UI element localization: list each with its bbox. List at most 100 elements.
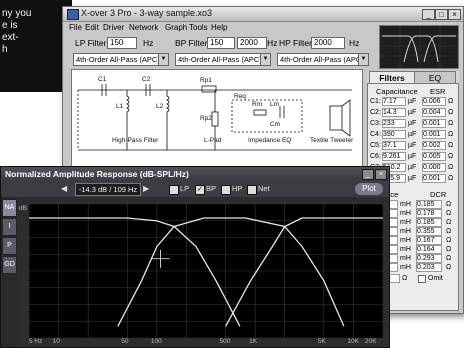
capacitor-row: C4: 390 µF 0.001 Ω	[370, 130, 456, 139]
net-check-label: Net	[258, 184, 270, 193]
hp-type-select[interactable]: 4th-Order All-Pass (APC) ▼	[277, 53, 369, 66]
crossover-schematic[interactable]: C1 C2 Rp1 L1 L2 Req Rm Lm Rp2 Cm High-Pa…	[71, 69, 363, 171]
bp-type-select[interactable]: 4th-Order All-Pass (APC) ▼	[175, 53, 271, 66]
cap-unit: µF	[408, 175, 417, 182]
mode-i-button[interactable]: I	[2, 218, 17, 236]
dcr-unit: Ω	[446, 228, 452, 235]
dcr-value-field[interactable]: 0.164	[416, 245, 442, 254]
lp-type-value: 4th-Order All-Pass (APC)	[76, 55, 160, 64]
esr-value-field[interactable]: 0.000	[422, 163, 446, 172]
dcr-value-field[interactable]: 0.185	[416, 200, 442, 209]
chevron-down-icon[interactable]: ▼	[358, 54, 368, 65]
lp-filter-input[interactable]: 150	[107, 37, 137, 49]
cap-unit: µF	[408, 164, 417, 171]
cap-value-field[interactable]: 233	[382, 119, 406, 128]
label-c1: C1	[98, 76, 107, 83]
dcr-value-field[interactable]: 0.293	[416, 254, 442, 263]
cap-unit: µF	[408, 109, 417, 116]
menu-graph[interactable]: Graph	[165, 23, 187, 32]
mode-p-button[interactable]: P	[2, 237, 17, 255]
ind-unit: mH	[400, 228, 411, 235]
title-bar[interactable]: X-over 3 Pro - 3-way sample.xo3 _ □ ×	[63, 7, 463, 22]
maximize-button[interactable]: □	[435, 9, 448, 20]
graph-title: Normalized Amplitude Response (dB-SPL/Hz…	[5, 169, 189, 179]
menu-network[interactable]: Network	[129, 23, 158, 32]
capacitor-row: C3: 233 µF 0.001 Ω	[370, 119, 456, 128]
cap-value-field[interactable]: 9.261	[382, 152, 406, 161]
bp-high-input[interactable]: 2000	[237, 37, 267, 49]
chevron-down-icon[interactable]: ▼	[260, 54, 270, 65]
thumbnail-chart	[380, 26, 458, 68]
section-high-pass: High-Pass Filter	[112, 137, 159, 144]
dcr-value-field[interactable]: 0.355	[416, 227, 442, 236]
cap-value-field[interactable]: 14.3	[382, 108, 406, 117]
close-button[interactable]: ×	[448, 9, 461, 20]
esr-value-field[interactable]: 0.002	[422, 141, 446, 150]
dcr-value-field[interactable]: 0.203	[416, 263, 442, 272]
amplitude-chart	[28, 203, 384, 339]
amplitude-plot[interactable]	[28, 203, 384, 339]
esr-value-field[interactable]: 0.001	[422, 130, 446, 139]
graph-minimize-button[interactable]: _	[362, 169, 374, 180]
x-tick-label: 5K	[317, 338, 326, 345]
dcr-value-field[interactable]: 0.185	[416, 218, 442, 227]
cap-value-field[interactable]: 37.1	[382, 141, 406, 150]
omit-checkbox[interactable]	[418, 275, 426, 283]
graph-toolbar: ◀ -14.3 dB / 109 Hz ▶ LP ✓ BP HP Net Plo…	[1, 181, 389, 197]
prev-arrow-icon[interactable]: ◀	[61, 184, 67, 193]
menu-tools[interactable]: Tools	[189, 23, 208, 32]
response-thumbnail[interactable]	[379, 25, 459, 69]
graph-close-button[interactable]: ×	[375, 169, 387, 180]
y-unit-label: dB	[19, 205, 27, 212]
mode-gd-button[interactable]: GD	[2, 256, 17, 274]
capacitor-row: C2: 14.3 µF 0.004 Ω	[370, 108, 456, 117]
esr-value-field[interactable]: 0.006	[422, 97, 446, 106]
lp-type-select[interactable]: 4th-Order All-Pass (APC) ▼	[73, 53, 169, 66]
label-req: Req	[234, 93, 246, 100]
dcr-value-field[interactable]: 0.167	[416, 236, 442, 245]
capacitor-row: C5: 37.1 µF 0.002 Ω	[370, 141, 456, 150]
cap-value-field[interactable]: 7.17	[382, 97, 406, 106]
esr-value-field[interactable]: 0.005	[422, 152, 446, 161]
graph-title-bar[interactable]: Normalized Amplitude Response (dB-SPL/Hz…	[1, 167, 389, 181]
label-l1: L1	[116, 103, 124, 110]
mode-na-button[interactable]: NA	[2, 199, 17, 217]
cap-name: C2:	[370, 109, 381, 116]
menu-file[interactable]: File	[69, 23, 82, 32]
cap-name: C5:	[370, 142, 381, 149]
bp-checkbox[interactable]: ✓	[195, 185, 205, 195]
esr-unit: Ω	[448, 131, 454, 138]
cap-unit: µF	[408, 120, 417, 127]
net-checkbox[interactable]	[247, 185, 257, 195]
esr-value-field[interactable]: 0.004	[422, 108, 446, 117]
label-l2: L2	[156, 103, 164, 110]
dcr-unit: Ω	[446, 201, 452, 208]
cap-name: C4:	[370, 131, 381, 138]
menu-driver[interactable]: Driver	[103, 23, 124, 32]
minimize-button[interactable]: _	[422, 9, 435, 20]
label-rp1: Rp1	[200, 77, 212, 84]
esr-header: ESR	[430, 87, 446, 96]
dcr-unit: Ω	[446, 237, 452, 244]
callout-line: ext-	[2, 32, 19, 43]
menu-edit[interactable]: Edit	[85, 23, 99, 32]
esr-value-field[interactable]: 0.001	[422, 119, 446, 128]
bp-low-input[interactable]: 150	[207, 37, 235, 49]
x-tick-label: 10	[52, 338, 60, 345]
esr-unit: Ω	[448, 142, 454, 149]
esr-unit: Ω	[448, 109, 454, 116]
plot-button[interactable]: Plot	[355, 183, 383, 195]
cap-unit: µF	[408, 153, 417, 160]
chevron-down-icon[interactable]: ▼	[158, 54, 168, 65]
hp-checkbox[interactable]	[221, 185, 231, 195]
dcr-value-field[interactable]: 0.178	[416, 209, 442, 218]
series-line-2	[225, 217, 383, 327]
cap-name: C6:	[370, 153, 381, 160]
lp-checkbox[interactable]	[169, 185, 179, 195]
menu-help[interactable]: Help	[211, 23, 227, 32]
esr-value-field[interactable]: 0.001	[422, 174, 446, 183]
next-arrow-icon[interactable]: ▶	[143, 184, 149, 193]
lp-filter-label: LP Filter:	[75, 38, 109, 48]
cap-value-field[interactable]: 390	[382, 130, 406, 139]
hp-filter-input[interactable]: 2000	[311, 37, 345, 49]
